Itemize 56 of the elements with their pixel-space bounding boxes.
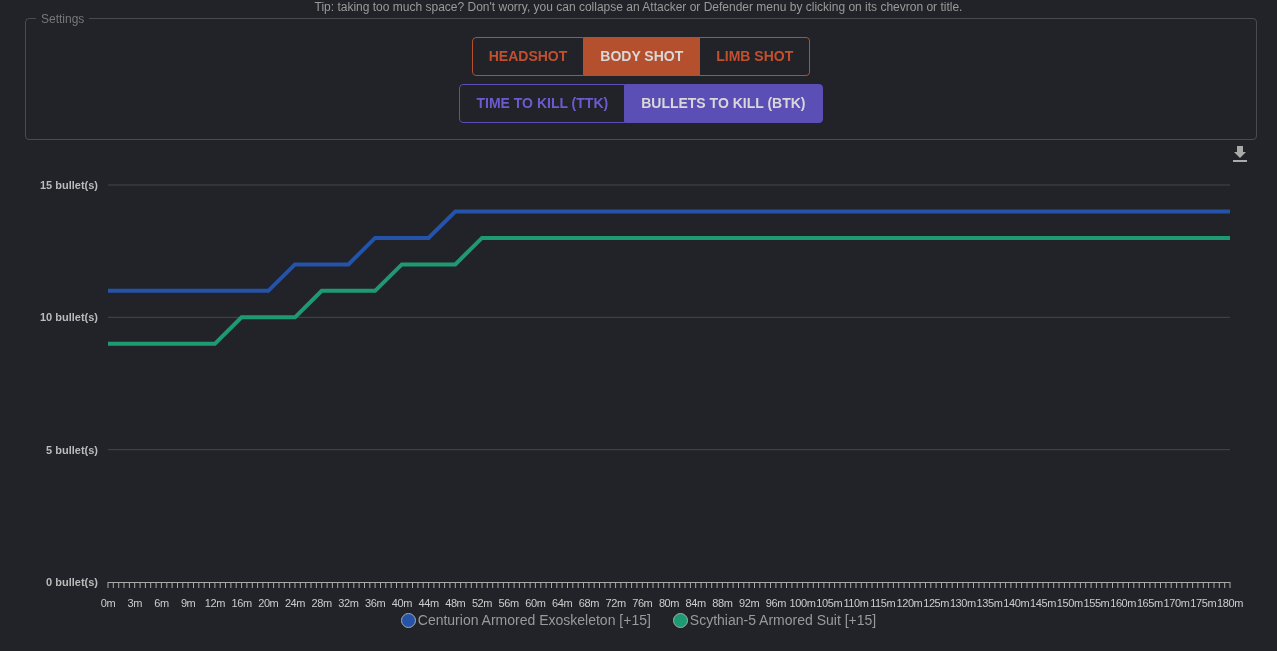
metric-tab[interactable]: TIME TO KILL (TTK) [459, 84, 626, 123]
legend-item[interactable]: Centurion Armored Exoskeleton [+15] [400, 610, 651, 631]
axis-label: 52m [471, 597, 493, 609]
axis-label: 100m [789, 597, 816, 609]
axis-label: 20m [258, 597, 279, 609]
hit-zone-tab[interactable]: BODY SHOT [584, 37, 701, 76]
axis-label: 9m [180, 597, 196, 609]
axis-label: 72m [605, 597, 626, 609]
axis-label: 80m [658, 597, 680, 609]
axis-label: 6m [154, 597, 169, 609]
axis-label: 175m [1190, 597, 1217, 609]
axis-label: 88m [712, 597, 733, 609]
axis-label: 150m [1056, 597, 1083, 609]
axis-label: 155m [1083, 597, 1110, 609]
axis-label: 170m [1163, 597, 1190, 609]
axis-label: 3m [127, 597, 142, 609]
axis-label: 68m [578, 597, 599, 609]
axis-label: 96m [765, 597, 786, 609]
axis-label: 0m [100, 597, 116, 609]
axis-label: 10 bullet(s) [39, 311, 98, 324]
hit-zone-tab[interactable]: LIMB SHOT [700, 37, 811, 76]
tip-text: Tip: taking too much space? Don't worry, you can collapse an Attacker or Defender menu by clicking on its chevron or title. [313, 0, 964, 14]
axis-label: 140m [1003, 597, 1030, 609]
axis-label: 76m [632, 597, 653, 609]
axis-label: 44m [418, 597, 439, 609]
axis-label: 115m [870, 597, 896, 609]
axis-label: 165m [1136, 597, 1163, 609]
axis-label: 160m [1110, 597, 1137, 609]
axis-label: 130m [949, 597, 976, 609]
axis-label: 28m [311, 597, 332, 609]
axis-label: 92m [739, 597, 760, 609]
axis-label: 135m [976, 597, 1003, 609]
axis-label: 48m [445, 597, 466, 609]
axis-label: 32m [338, 597, 359, 609]
axis-label: 15 bullet(s) [39, 179, 98, 191]
axis-label: 120m [896, 597, 923, 609]
axis-label: 180m [1217, 597, 1243, 609]
axis-label: 105m [816, 597, 843, 609]
axis-label: 12m [204, 597, 225, 609]
axis-label: 125m [923, 597, 950, 609]
metric-tab[interactable]: BULLETS TO KILL (BTK) [625, 84, 823, 123]
axis-label: 56m [498, 597, 519, 609]
axis-label: 84m [685, 597, 706, 609]
axis-label: 60m [525, 597, 546, 609]
axis-label: 36m [365, 597, 386, 609]
axis-label: 145m [1030, 597, 1056, 609]
legend-item[interactable]: Scythian-5 Armored Suit [+15] [672, 610, 877, 631]
axis-label: 40m [391, 597, 412, 609]
axis-label: 24m [284, 597, 306, 609]
axis-label: 110m [843, 597, 869, 609]
axis-label: 0 bullet(s) [46, 576, 98, 588]
axis-label: 16m [231, 597, 252, 609]
download-icon[interactable] [1233, 146, 1247, 162]
axis-label: 5 bullet(s) [46, 443, 98, 456]
hit-zone-tab[interactable]: HEADSHOT [471, 37, 585, 76]
axis-label: 64m [552, 597, 573, 609]
